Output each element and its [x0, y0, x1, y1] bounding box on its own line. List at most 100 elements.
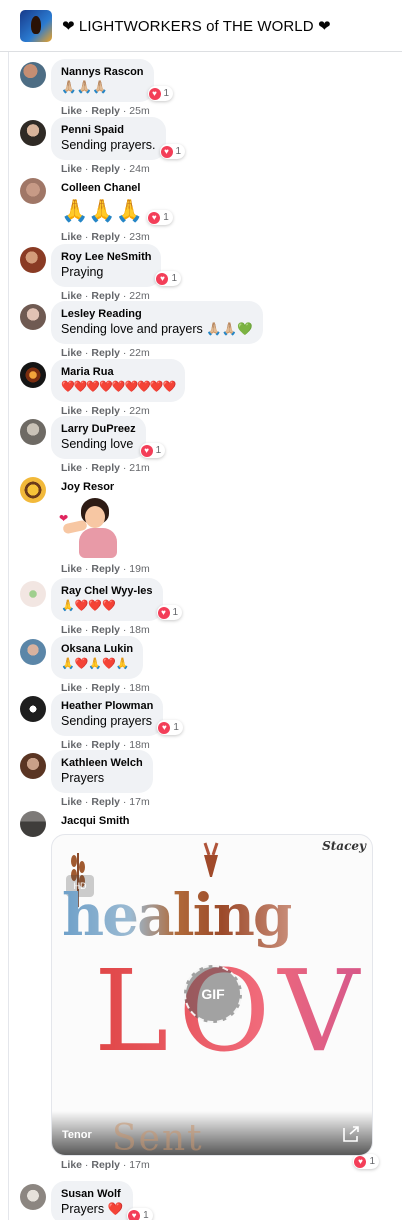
avatar[interactable]: [20, 62, 46, 88]
comment-time[interactable]: 19m: [129, 563, 149, 575]
comment-text: Prayers: [61, 771, 105, 785]
comment-bubble: Kathleen Welch Prayers: [51, 750, 153, 793]
comment-author[interactable]: Oksana Lukin: [61, 642, 133, 656]
comment-bubble: Larry DuPreez Sending love: [51, 416, 146, 459]
comment: Lesley Reading Sending love and prayers …: [0, 301, 263, 360]
sticker-face: [85, 506, 105, 528]
like-link[interactable]: Like: [61, 1159, 82, 1171]
reaction-count[interactable]: ♥ 1: [157, 720, 183, 735]
reply-link[interactable]: Reply: [91, 462, 120, 474]
like-link[interactable]: Like: [61, 563, 82, 575]
avatar[interactable]: [20, 1184, 46, 1210]
comment-text: Sending love and prayers 🙏🏼🙏🏼💚: [61, 322, 253, 336]
heart-icon: ♥: [158, 721, 171, 734]
avatar[interactable]: [20, 419, 46, 445]
gif-text-line3: Sent: [112, 1118, 204, 1156]
comment-author[interactable]: Jacqui Smith: [61, 814, 129, 828]
avatar[interactable]: [20, 696, 46, 722]
reaction-count[interactable]: ♥ 1: [147, 210, 173, 225]
comment-time[interactable]: 23m: [129, 231, 149, 243]
comment-author[interactable]: Nannys Rascon: [61, 65, 144, 79]
comment-author[interactable]: Larry DuPreez: [61, 422, 136, 436]
comment-author[interactable]: Colleen Chanel: [61, 181, 143, 195]
reaction-count[interactable]: ♥ 1: [159, 144, 186, 159]
comment-author[interactable]: Penni Spaid: [61, 123, 156, 137]
group-title[interactable]: ❤ LIGHTWORKERS of THE WORLD ❤: [62, 17, 331, 35]
heart-icon: ♥: [128, 1209, 141, 1220]
share-icon[interactable]: [342, 1125, 360, 1143]
comment-author[interactable]: Roy Lee NeSmith: [61, 250, 151, 264]
avatar[interactable]: [20, 639, 46, 665]
comment: Roy Lee NeSmith Praying ♥ 1 Like · Reply …: [0, 244, 182, 303]
comment-author[interactable]: Joy Resor: [61, 480, 114, 494]
comment-actions: Like · Reply · 19m: [61, 563, 150, 575]
reaction-count[interactable]: ♥ 1: [127, 1208, 153, 1220]
reply-link[interactable]: Reply: [91, 347, 120, 359]
like-link[interactable]: Like: [61, 105, 82, 117]
comment-time[interactable]: 18m: [129, 624, 149, 636]
reply-link[interactable]: Reply: [91, 796, 120, 808]
reply-link[interactable]: Reply: [91, 105, 120, 117]
comment-time[interactable]: 17m: [129, 796, 149, 808]
avatar[interactable]: [20, 120, 46, 146]
reaction-count[interactable]: ♥ 1: [139, 443, 166, 458]
like-link[interactable]: Like: [61, 462, 82, 474]
comment-author[interactable]: Lesley Reading: [61, 307, 253, 321]
comment-text: Praying: [61, 265, 104, 279]
comment-time[interactable]: 21m: [129, 462, 149, 474]
avatar[interactable]: [20, 581, 46, 607]
gif-attachment[interactable]: Stacey HD healing LOVE Sent GIF Tenor: [51, 834, 373, 1156]
comment: Joy Resor ❤ Like · Reply · 19m: [0, 474, 150, 576]
avatar[interactable]: [20, 178, 46, 204]
heart-icon: ♥: [160, 145, 173, 158]
like-link[interactable]: Like: [61, 163, 82, 175]
like-link[interactable]: Like: [61, 796, 82, 808]
comment-actions: Like · Reply · 17m: [61, 1159, 150, 1171]
comment-text: Sending love: [61, 437, 134, 451]
avatar[interactable]: [20, 753, 46, 779]
reaction-count[interactable]: ♥ 1: [155, 271, 182, 286]
heart-icon: ♥: [148, 211, 161, 224]
comment-time[interactable]: 25m: [129, 105, 149, 117]
comment: Larry DuPreez Sending love ♥ 1 Like · Rep…: [0, 416, 166, 475]
comment-author[interactable]: Kathleen Welch: [61, 756, 143, 770]
reaction-count[interactable]: ♥ 1: [156, 605, 183, 620]
avatar[interactable]: [20, 811, 46, 837]
gif-provider[interactable]: Tenor: [62, 1129, 92, 1141]
avatar[interactable]: [20, 247, 46, 273]
reaction-count[interactable]: ♥ 1: [147, 86, 174, 101]
sticker-image[interactable]: ❤: [59, 498, 125, 560]
comment: Maria Rua ❤️❤️❤️❤️❤️❤️❤️❤️❤️ Like · Repl…: [0, 359, 186, 418]
gif-play-button[interactable]: GIF: [184, 965, 242, 1023]
heart-icon: ♥: [354, 1155, 367, 1168]
comment-bubble: Oksana Lukin 🙏❤️🙏❤️🙏: [51, 636, 144, 679]
comment-text: Prayers ❤️: [61, 1202, 124, 1216]
comment-time[interactable]: 24m: [129, 163, 149, 175]
comment-bubble: Nannys Rascon 🙏🏼🙏🏼🙏🏼: [51, 59, 154, 102]
comment-text: 🙏🏼🙏🏼🙏🏼: [61, 80, 108, 94]
comment: Heather Plowman Sending prayers ♥ 1 Like …: [0, 693, 183, 752]
comment-author[interactable]: Susan Wolf: [61, 1187, 123, 1201]
like-link[interactable]: Like: [61, 231, 82, 243]
heart-icon: ♥: [157, 606, 170, 619]
comment-author[interactable]: Ray Chel Wyy-les: [61, 584, 153, 598]
avatar[interactable]: [20, 477, 46, 503]
avatar[interactable]: [20, 304, 46, 330]
reply-link[interactable]: Reply: [91, 563, 120, 575]
reaction-count[interactable]: ♥ 1: [353, 1154, 379, 1169]
comment: Penni Spaid Sending prayers. ♥ 1 Like · R…: [0, 117, 186, 176]
comment-bubble: Jacqui Smith: [51, 808, 139, 828]
comment-author[interactable]: Maria Rua: [61, 365, 175, 379]
avatar[interactable]: [20, 362, 46, 388]
like-link[interactable]: Like: [61, 347, 82, 359]
reply-link[interactable]: Reply: [91, 1159, 120, 1171]
reply-link[interactable]: Reply: [91, 624, 120, 636]
comment-time[interactable]: 22m: [129, 347, 149, 359]
reply-link[interactable]: Reply: [91, 163, 120, 175]
group-avatar[interactable]: [20, 9, 52, 42]
comment-time[interactable]: 17m: [129, 1159, 149, 1171]
comment-bubble: Susan Wolf Prayers ❤️: [51, 1181, 134, 1220]
like-link[interactable]: Like: [61, 624, 82, 636]
comment-author[interactable]: Heather Plowman: [61, 699, 153, 713]
reply-link[interactable]: Reply: [91, 231, 120, 243]
